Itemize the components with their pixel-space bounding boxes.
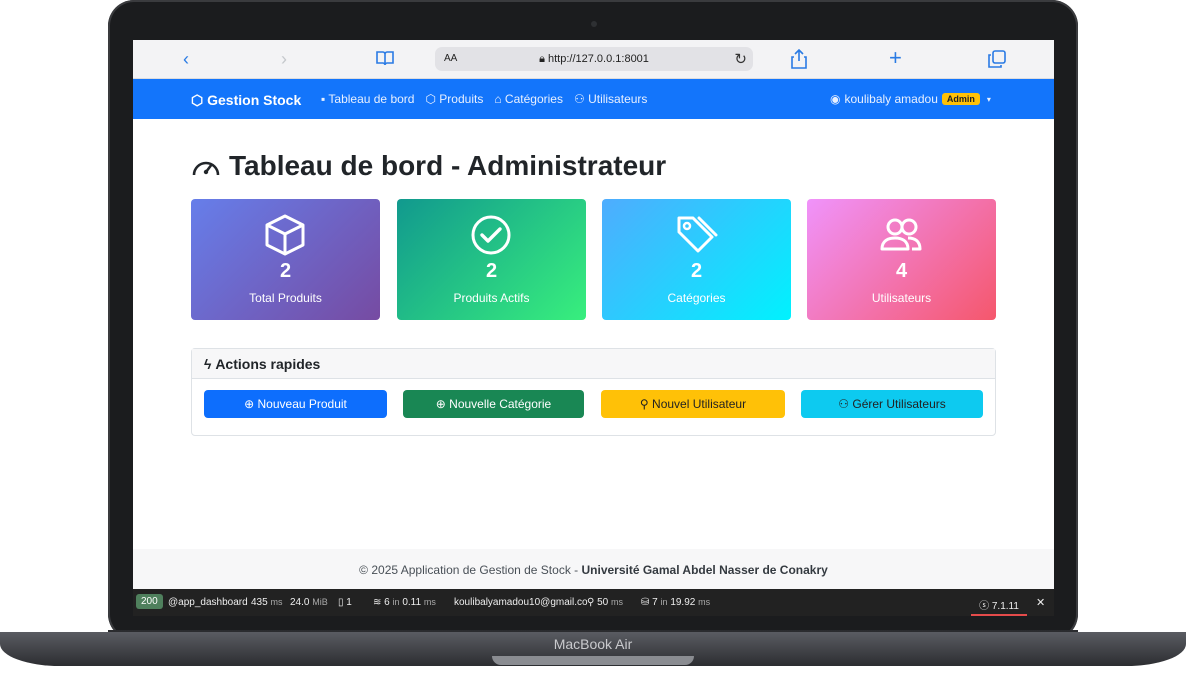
events-time[interactable]: ⚲ 50 ms: [587, 597, 623, 608]
cache-stats[interactable]: ≋ 6 in 0.11 ms: [373, 597, 436, 608]
nav-links: ▪ Tableau de bord ⬡ Produits ⌂ Catégorie…: [321, 92, 647, 106]
quick-actions-panel: ϟ Actions rapides ⊕ Nouveau Produit ⊕ No…: [191, 348, 996, 436]
bookmarks-icon[interactable]: [375, 49, 395, 70]
footer: © 2025 Application de Gestion de Stock -…: [133, 549, 1054, 589]
forward-icon[interactable]: ›: [281, 50, 287, 68]
panel-title: Actions rapides: [215, 356, 321, 372]
check-circle-icon: [471, 215, 511, 255]
url-text: 🔒︎ http://127.0.0.1:8001: [539, 53, 649, 65]
dashboard-icon: ▪: [321, 92, 326, 106]
stat-value: 2: [279, 260, 292, 282]
tags-icon: ⌂: [494, 92, 502, 106]
device-label: MacBook Air: [553, 636, 633, 652]
stat-value: 4: [895, 260, 908, 282]
address-bar[interactable]: AA 🔒︎ http://127.0.0.1:8001 ↻: [435, 47, 753, 71]
users-icon: ⚇: [838, 397, 850, 411]
forms-count[interactable]: ▯ 1: [338, 597, 352, 608]
request-time[interactable]: 435 ms: [251, 597, 282, 608]
nav-link-products[interactable]: ⬡ Produits: [425, 92, 483, 106]
layers-icon: ≋: [373, 597, 382, 608]
speedometer-icon: [192, 161, 220, 176]
memory-usage[interactable]: 24.0 MiB: [290, 597, 328, 608]
reload-icon[interactable]: ↻: [734, 50, 747, 68]
database-stats[interactable]: ⛁ 7 in 19.92 ms: [641, 597, 710, 608]
nav-link-categories[interactable]: ⌂ Catégories: [494, 92, 563, 106]
role-badge: Admin: [941, 93, 980, 105]
footer-text: © 2025 Application de Gestion de Stock -: [359, 563, 582, 577]
nav-link-dashboard[interactable]: ▪ Tableau de bord: [321, 92, 414, 106]
manage-users-button[interactable]: ⚇ Gérer Utilisateurs: [801, 390, 983, 418]
user-menu[interactable]: ◉ koulibaly amadou Admin ▾: [830, 92, 991, 106]
file-icon: ▯: [338, 597, 344, 608]
stat-label: Total Produits: [249, 291, 322, 305]
stat-card-categories: 2 Catégories: [602, 199, 791, 320]
stat-value: 2: [485, 260, 498, 282]
panel-header: ϟ Actions rapides: [192, 349, 995, 379]
footer-institution: Université Gamal Abdel Nasser de Conakry: [581, 563, 828, 577]
navbar: ⬡ Gestion Stock ▪ Tableau de bord ⬡ Prod…: [133, 79, 1054, 119]
tags-icon: [677, 216, 718, 253]
lock-icon: 🔒︎: [539, 53, 545, 65]
brand[interactable]: ⬡ Gestion Stock: [191, 92, 301, 109]
user-plus-icon: ⚲: [639, 397, 649, 411]
laptop-notch: [492, 656, 694, 665]
new-product-button[interactable]: ⊕ Nouveau Produit: [204, 390, 387, 418]
stat-label: Utilisateurs: [871, 291, 932, 305]
screen: ‹ › AA 🔒︎ http://127.0.0.1:8001 ↻ + ⬡ Ge…: [133, 40, 1054, 616]
users-icon: [880, 218, 922, 251]
stat-label: Produits Actifs: [453, 291, 530, 305]
route-name[interactable]: @app_dashboard: [168, 597, 248, 608]
camera-icon: [591, 21, 597, 27]
stage: MacBook Air ‹ › AA 🔒︎ http://127.0.0.1:8…: [0, 0, 1186, 681]
stat-label: Catégories: [667, 291, 726, 305]
users-icon: ⚇: [573, 92, 585, 106]
box-icon: ⬡: [425, 92, 436, 106]
page-title: Tableau de bord - Administrateur: [191, 150, 666, 182]
status-badge[interactable]: 200: [136, 594, 163, 609]
symfony-icon: ⓢ: [979, 601, 990, 612]
back-icon[interactable]: ‹: [183, 50, 189, 68]
stat-card-active-products: 2 Produits Actifs: [397, 199, 586, 320]
new-user-button[interactable]: ⚲ Nouvel Utilisateur: [601, 390, 785, 418]
plus-circle-icon: ⊕: [244, 397, 255, 411]
lightning-icon: ϟ: [204, 356, 212, 372]
new-category-button[interactable]: ⊕ Nouvelle Catégorie: [403, 390, 584, 418]
nav-link-users[interactable]: ⚇ Utilisateurs: [574, 92, 647, 106]
user-name: koulibaly amadou: [844, 92, 938, 106]
box-icon: [265, 214, 305, 256]
new-tab-icon[interactable]: +: [889, 47, 902, 69]
database-icon: ⛁: [641, 597, 650, 608]
close-icon[interactable]: ✕: [1036, 596, 1045, 609]
debug-toolbar: 200 @app_dashboard 435 ms 24.0 MiB ▯ 1 ≋…: [133, 589, 1054, 616]
user-circle-icon: ◉: [830, 92, 841, 106]
stat-value: 2: [690, 260, 703, 282]
events-icon: ⚲: [587, 597, 595, 608]
chevron-down-icon: ▾: [986, 94, 991, 104]
plus-circle-icon: ⊕: [435, 397, 446, 411]
security-user[interactable]: koulibalyamadou10@gmail.co: [454, 597, 588, 608]
brand-label: Gestion Stock: [207, 92, 302, 108]
stat-card-users: 4 Utilisateurs: [807, 199, 996, 320]
tabs-icon[interactable]: [988, 50, 1006, 71]
browser-toolbar: ‹ › AA 🔒︎ http://127.0.0.1:8001 ↻ +: [133, 40, 1054, 79]
box-icon: ⬡: [191, 92, 204, 108]
stat-card-products: 2 Total Produits: [191, 199, 380, 320]
share-icon[interactable]: [791, 48, 807, 72]
symfony-version[interactable]: ⓢ 7.1.11: [971, 589, 1027, 616]
